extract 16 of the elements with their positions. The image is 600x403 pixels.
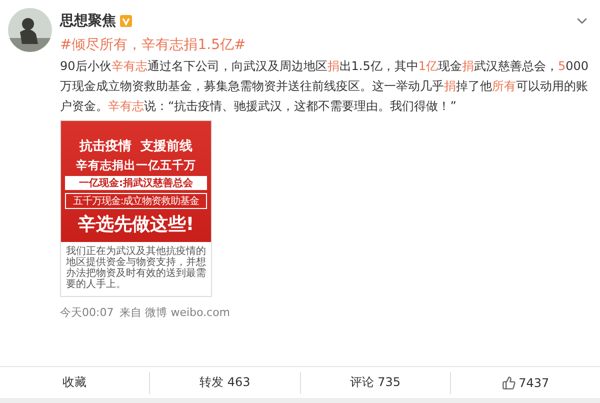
action-button[interactable]: 转发 463	[149, 372, 300, 394]
avatar[interactable]	[8, 8, 52, 52]
author-name[interactable]: 思想聚焦	[60, 12, 116, 30]
poster-slogan: 辛选先做这些!	[78, 213, 194, 236]
poster[interactable]: 抗击疫情 支援前线 辛有志捐出一亿五千万 一亿现金:捐武汉慈善总会 五千万现金:成立物资救助基金 辛选先做这些! 我们正在为武汉及其他抗疫情的地区提供资金与物资支持，并想办法把物资及时有效的送到最需要的人手上。	[60, 120, 212, 297]
action-button[interactable]: 收藏	[0, 372, 150, 394]
post-source: 来自 微博 weibo.com	[120, 305, 230, 320]
poster-headline: 抗击疫情 支援前线	[79, 138, 193, 155]
like-button[interactable]: 7437	[450, 372, 600, 394]
poster-band: 五千万现金:成立物资救助基金	[65, 193, 207, 209]
post-time: 今天00:07	[60, 305, 114, 320]
thumbs-up-icon	[502, 376, 516, 390]
post-text: 90后小伙辛有志通过名下公司，向武汉及周边地区捐出1.5亿，其中 1亿现金捐武汉慈善总会，5000万现金成立物资救助基金，募集急需物资并送往前线疫区。这一举动几乎捐掉了他所有可以动用的账户资金。辛有志说：“抗击疫情、驰援武汉，这都不需要理由。我们得做！”	[60, 58, 590, 115]
poster-subline: 辛有志捐出一亿五千万	[76, 158, 196, 173]
action-button[interactable]: 评论 735	[300, 372, 450, 394]
poster-band: 一亿现金:捐武汉慈善总会	[65, 176, 207, 190]
